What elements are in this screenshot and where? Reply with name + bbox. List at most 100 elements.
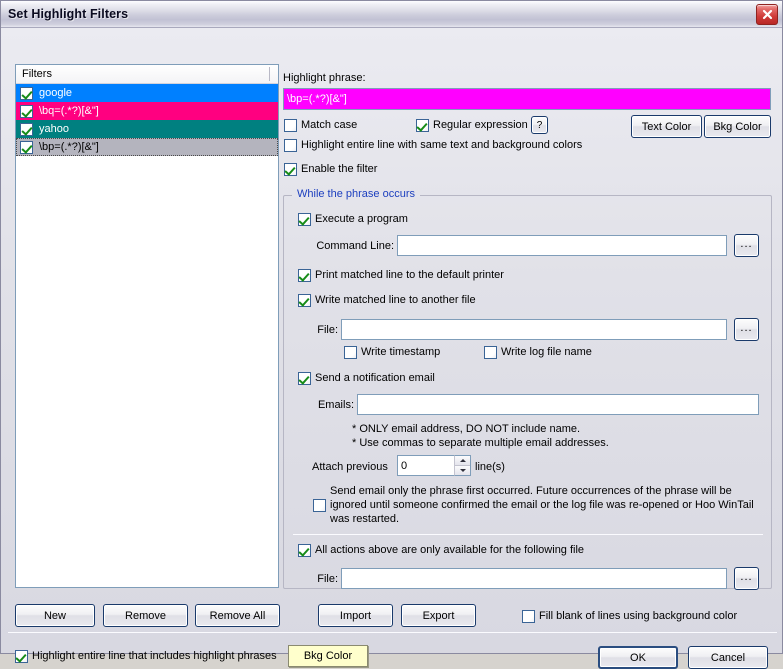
write-file-browse-label: ...	[740, 321, 753, 334]
text-color-label: Text Color	[641, 120, 692, 133]
bkg-color-button[interactable]: Bkg Color	[704, 115, 771, 138]
dialog-body: Filters google \bq=(.*?)[&"] yahoo \bp=(.*?…	[1, 28, 782, 669]
attach-previous-value: 0	[401, 459, 408, 472]
filter-item-checkbox[interactable]	[20, 104, 33, 118]
command-line-browse-label: ...	[740, 237, 753, 250]
filter-item-label: \bp=(.*?)[&"]	[39, 141, 99, 153]
highlight-entire-line-same-colors-checkbox[interactable]: Highlight entire line with same text and…	[284, 138, 582, 152]
new-filter-button[interactable]: New	[15, 604, 95, 627]
command-line-browse-button[interactable]: ...	[734, 234, 759, 257]
write-matched-line-box	[298, 294, 311, 307]
execute-program-box	[298, 213, 311, 226]
window-title: Set Highlight Filters	[8, 7, 129, 21]
header-divider	[269, 67, 270, 81]
filters-header-label: Filters	[22, 68, 52, 80]
attach-previous-label: Attach previous	[312, 461, 388, 473]
filter-item-checkbox[interactable]	[20, 122, 33, 136]
execute-program-label: Execute a program	[315, 213, 408, 225]
regular-expression-box	[416, 119, 429, 132]
close-button[interactable]	[756, 4, 778, 25]
filter-list-item[interactable]: yahoo	[16, 120, 278, 138]
spin-down-button[interactable]	[455, 465, 470, 475]
filter-item-label: yahoo	[39, 123, 69, 135]
import-button[interactable]: Import	[318, 604, 393, 627]
print-matched-line-checkbox[interactable]: Print matched line to the default printe…	[298, 268, 504, 282]
remove-filter-button[interactable]: Remove	[103, 604, 188, 627]
match-case-label: Match case	[301, 119, 358, 131]
regex-help-label: ?	[536, 119, 543, 131]
write-log-file-name-box	[484, 346, 497, 359]
write-timestamp-checkbox[interactable]: Write timestamp	[344, 345, 440, 359]
filter-list-item[interactable]: google	[16, 84, 278, 102]
filter-list-item[interactable]: \bp=(.*?)[&"]	[16, 138, 278, 156]
emails-label: Emails:	[317, 399, 354, 411]
chevron-up-icon	[459, 458, 466, 462]
restrict-file-browse-button[interactable]: ...	[734, 567, 759, 590]
remove-all-filters-button[interactable]: Remove All	[195, 604, 280, 627]
spin-up-button[interactable]	[455, 456, 470, 466]
match-case-checkbox[interactable]: Match case	[284, 118, 357, 132]
footer-bkg-color-label: Bkg Color	[303, 650, 353, 662]
filter-item-label: \bq=(.*?)[&"]	[39, 105, 99, 117]
highlight-entire-line-same-colors-label: Highlight entire line with same text and…	[301, 139, 583, 151]
send-email-once-label: Send email only the phrase first occurre…	[330, 485, 754, 525]
while-phrase-occurs-group: While the phrase occurs Execute a progra…	[283, 188, 772, 590]
write-matched-line-label: Write matched line to another file	[315, 294, 476, 306]
highlight-phrase-input[interactable]: \bp=(.*?)[&"]	[283, 88, 771, 110]
fill-blank-lines-checkbox[interactable]: Fill blank of lines using background col…	[522, 609, 737, 623]
send-email-once-checkbox[interactable]: Send email only the phrase first occurre…	[313, 484, 758, 526]
enable-filter-box	[284, 163, 297, 176]
highlight-entire-line-checkbox[interactable]: Highlight entire line that includes high…	[15, 649, 277, 663]
footer-divider	[8, 632, 777, 633]
command-line-label: Command Line:	[316, 240, 394, 252]
cancel-label: Cancel	[710, 651, 746, 664]
email-note-2: * Use commas to separate multiple email …	[352, 437, 609, 449]
command-line-input[interactable]	[397, 235, 727, 256]
send-notification-email-checkbox[interactable]: Send a notification email	[298, 371, 435, 385]
filter-item-checkbox[interactable]	[20, 140, 33, 154]
send-email-once-box	[313, 498, 326, 512]
regular-expression-checkbox[interactable]: Regular expression	[416, 118, 528, 132]
footer-bkg-color-button[interactable]: Bkg Color	[288, 645, 368, 667]
dialog-window: Set Highlight Filters Filters google \bq=…	[0, 0, 783, 669]
new-filter-label: New	[43, 609, 66, 622]
send-notification-email-box	[298, 372, 311, 385]
emails-input[interactable]	[357, 394, 759, 415]
cancel-button[interactable]: Cancel	[688, 646, 768, 669]
restrict-to-file-box	[298, 544, 311, 557]
execute-program-checkbox[interactable]: Execute a program	[298, 212, 408, 226]
filter-item-label: google	[39, 87, 73, 99]
enable-filter-label: Enable the filter	[301, 163, 378, 175]
highlight-phrase-label: Highlight phrase:	[283, 72, 366, 84]
write-matched-line-checkbox[interactable]: Write matched line to another file	[298, 293, 476, 307]
write-file-label: File:	[317, 324, 338, 336]
email-note-1: * ONLY email address, DO NOT include nam…	[352, 423, 581, 435]
attach-previous-spin-buttons[interactable]	[454, 455, 471, 476]
enable-filter-checkbox[interactable]: Enable the filter	[284, 162, 377, 176]
filter-item-checkbox[interactable]	[20, 86, 33, 100]
highlight-entire-line-same-colors-box	[284, 139, 297, 152]
write-file-input[interactable]	[341, 319, 727, 340]
write-log-file-name-label: Write log file name	[501, 346, 592, 358]
regex-help-button[interactable]: ?	[531, 116, 548, 134]
ok-button[interactable]: OK	[598, 646, 678, 669]
match-case-box	[284, 119, 297, 132]
while-phrase-occurs-title: While the phrase occurs	[297, 188, 415, 200]
write-log-file-name-checkbox[interactable]: Write log file name	[484, 345, 592, 359]
highlight-entire-line-box	[15, 650, 28, 663]
export-button[interactable]: Export	[401, 604, 476, 627]
write-file-browse-button[interactable]: ...	[734, 318, 759, 341]
filter-list-item[interactable]: \bq=(.*?)[&"]	[16, 102, 278, 120]
filters-listbox[interactable]: Filters google \bq=(.*?)[&"] yahoo \bp=(.*?…	[15, 64, 279, 588]
text-color-button[interactable]: Text Color	[631, 115, 702, 138]
restrict-file-input[interactable]	[341, 568, 727, 589]
restrict-to-file-checkbox[interactable]: All actions above are only available for…	[298, 543, 584, 557]
print-matched-line-box	[298, 269, 311, 282]
chevron-down-icon	[459, 468, 466, 472]
bkg-color-label: Bkg Color	[713, 120, 762, 133]
attach-previous-stepper[interactable]: 0	[397, 455, 471, 476]
write-timestamp-box	[344, 346, 357, 359]
export-label: Export	[422, 609, 455, 622]
close-icon	[762, 9, 772, 20]
attach-previous-input[interactable]: 0	[397, 455, 454, 476]
